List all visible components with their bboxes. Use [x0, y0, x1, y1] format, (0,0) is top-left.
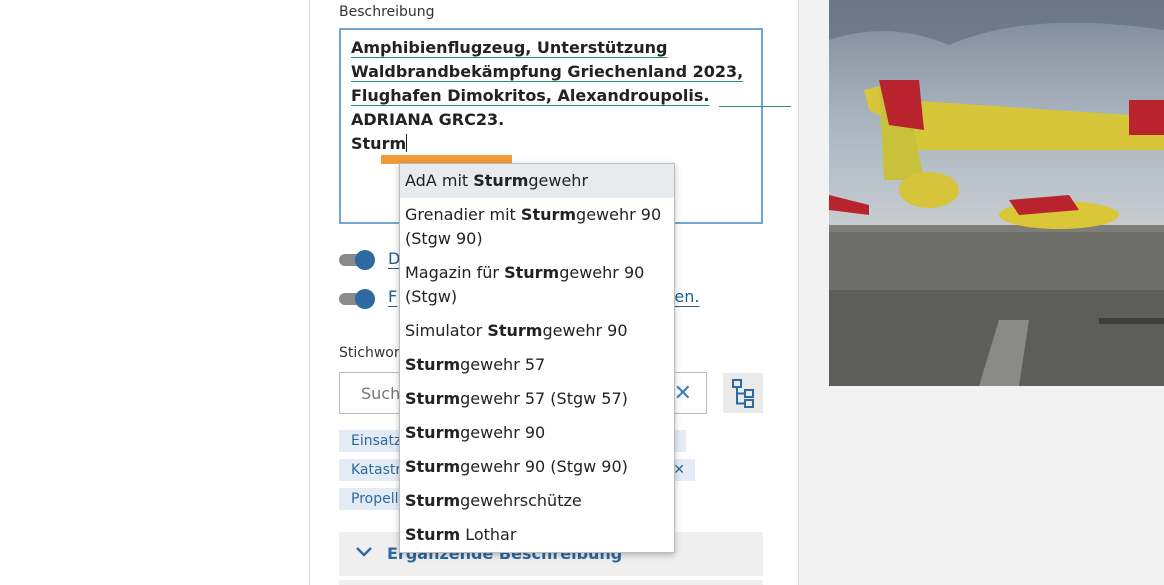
tree-hierarchy-button[interactable] [723, 373, 763, 413]
autocomplete-item[interactable]: Sturmgewehrschütze [400, 489, 674, 523]
description-line-5: Sturm [351, 134, 408, 153]
close-icon[interactable]: ✕ [673, 459, 685, 481]
search-placeholder: Such [361, 384, 401, 403]
autocomplete-item[interactable]: Sturm Lothar [400, 523, 674, 552]
preview-photo [829, 0, 1164, 386]
airplane-photo-image [829, 0, 1164, 386]
text-caret [406, 134, 408, 152]
description-line-3: Flughafen Dimokritos, Alexandroupolis. [351, 86, 792, 107]
accordion-next[interactable] [339, 580, 763, 585]
autocomplete-item[interactable]: Grenadier mit Sturmgewehr 90 (Stgw 90) [400, 203, 674, 261]
description-label: Beschreibung [339, 4, 435, 20]
keywords-label: Stichwort [339, 345, 406, 361]
autocomplete-item[interactable]: Magazin für Sturmgewehr 90 (Stgw) [400, 261, 674, 319]
autocomplete-item[interactable]: Sturmgewehr 90 [400, 421, 674, 455]
autocomplete-dropdown[interactable]: AdA mit Sturmgewehr Grenadier mit Sturmg… [399, 163, 675, 553]
chevron-down-icon [355, 542, 373, 565]
autocomplete-item[interactable]: Sturmgewehr 57 (Stgw 57) [400, 387, 674, 421]
description-line-4: ADRIANA GRC23. [351, 110, 505, 129]
tree-hierarchy-icon [732, 379, 754, 408]
toggle-2-label[interactable]: F [388, 287, 397, 306]
autocomplete-item[interactable]: Sturmgewehr 90 (Stgw 90) [400, 455, 674, 489]
autocomplete-item[interactable]: AdA mit Sturmgewehr [400, 164, 674, 198]
toggle-switch-1[interactable] [339, 250, 375, 270]
toggle-switch-2[interactable] [339, 289, 375, 309]
close-icon[interactable]: ✕ [674, 381, 692, 406]
description-line-2: Waldbrandbekämpfung Griechenland 2023, [351, 62, 744, 81]
description-line-1: Amphibienflugzeug, Unterstützung [351, 38, 668, 57]
autocomplete-item[interactable]: Simulator Sturmgewehr 90 [400, 319, 674, 353]
autocomplete-item[interactable]: Sturmgewehr 57 [400, 353, 674, 387]
